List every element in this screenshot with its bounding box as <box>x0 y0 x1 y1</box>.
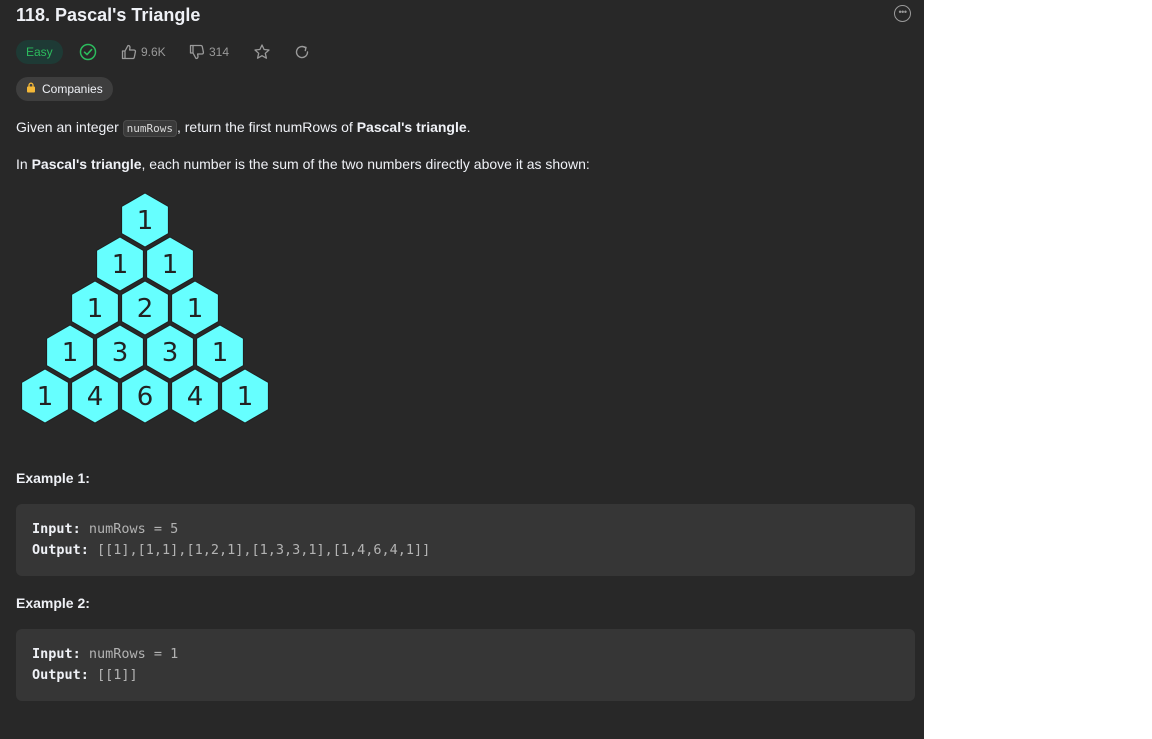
triangle-cell: 2 <box>121 280 169 336</box>
difficulty-badge: Easy <box>16 40 63 64</box>
cell-value: 6 <box>137 382 154 412</box>
star-icon <box>253 43 271 61</box>
cell-value: 1 <box>237 382 254 412</box>
cell-value: 1 <box>137 206 154 236</box>
input-label: Input: <box>32 646 81 662</box>
description-text: , each number is the sum of the two numb… <box>141 156 590 172</box>
input-value: numRows = 5 <box>80 521 179 537</box>
cell-value: 1 <box>87 294 104 324</box>
description-paragraph-2: In Pascal's triangle, each number is the… <box>16 156 590 172</box>
description-text: , return the first numRows of <box>176 119 357 135</box>
triangle-cell: 1 <box>21 368 69 424</box>
input-value: numRows = 1 <box>80 646 179 662</box>
cell-value: 4 <box>87 382 104 412</box>
cell-value: 1 <box>212 338 229 368</box>
description-text: . <box>466 119 471 135</box>
cell-value: 3 <box>162 338 179 368</box>
lock-icon <box>26 77 36 101</box>
description-bold: Pascal's triangle <box>356 119 467 135</box>
cell-value: 4 <box>187 382 204 412</box>
triangle-cell: 1 <box>96 236 144 292</box>
triangle-cell: 6 <box>121 368 169 424</box>
dislike-count: 314 <box>209 45 230 59</box>
triangle-cell: 1 <box>121 192 169 248</box>
description-text: In <box>16 156 32 172</box>
output-value: [[1]] <box>88 667 138 683</box>
dislike-button[interactable]: 314 <box>188 43 229 61</box>
output-value: [[1],[1,1],[1,2,1],[1,3,3,1],[1,4,6,4,1]… <box>88 542 431 558</box>
like-button[interactable]: 9.6K <box>120 43 166 61</box>
triangle-cell: 4 <box>71 368 119 424</box>
companies-tag-button[interactable]: Companies <box>16 77 113 101</box>
problem-description-panel: 118. Pascal's Triangle ••• Easy 9.6K 314… <box>0 0 924 739</box>
example-2-heading: Example 2: <box>16 595 90 611</box>
output-label: Output: <box>32 667 89 683</box>
example-1-heading: Example 1: <box>16 470 90 486</box>
triangle-cell: 1 <box>196 324 244 380</box>
cell-value: 1 <box>37 382 54 412</box>
triangle-cell: 3 <box>96 324 144 380</box>
companies-label: Companies <box>42 82 103 96</box>
output-label: Output: <box>32 542 89 558</box>
cell-value: 1 <box>162 250 179 280</box>
problem-title: 118. Pascal's Triangle <box>16 5 201 25</box>
cell-value: 1 <box>112 250 129 280</box>
refresh-share-icon <box>293 43 311 61</box>
triangle-cell: 1 <box>171 280 219 336</box>
thumbs-down-icon <box>188 43 206 61</box>
cell-value: 1 <box>62 338 79 368</box>
pascal-triangle-image: 11 11 2 11 3 3 11 4 6 4 1 <box>21 192 269 424</box>
inline-code: numRows <box>122 120 177 137</box>
triangle-cell: 1 <box>46 324 94 380</box>
example-1-block: Input: numRows = 5 Output: [[1],[1,1],[1… <box>16 504 915 576</box>
example-1-input: Input: numRows = 5 <box>32 521 178 537</box>
description-text: Given an integer <box>16 119 123 135</box>
description-paragraph-1: Given an integer numRows, return the fir… <box>16 119 471 137</box>
solved-check-icon <box>79 43 97 61</box>
example-2-block: Input: numRows = 1 Output: [[1]] <box>16 629 915 701</box>
input-label: Input: <box>32 521 81 537</box>
example-2-input: Input: numRows = 1 <box>32 646 178 662</box>
triangle-cell: 1 <box>146 236 194 292</box>
triangle-cell: 3 <box>146 324 194 380</box>
share-button[interactable] <box>293 43 311 61</box>
triangle-cell: 4 <box>171 368 219 424</box>
description-bold: Pascal's triangle <box>31 156 142 172</box>
cell-value: 2 <box>137 294 154 324</box>
example-1-output: Output: [[1],[1,1],[1,2,1],[1,3,3,1],[1,… <box>32 542 430 558</box>
triangle-cell: 1 <box>221 368 269 424</box>
cell-value: 3 <box>112 338 129 368</box>
triangle-cell: 1 <box>71 280 119 336</box>
more-options-icon[interactable]: ••• <box>894 5 911 22</box>
favorite-button[interactable] <box>253 43 271 61</box>
like-count: 9.6K <box>141 45 166 59</box>
example-2-output: Output: [[1]] <box>32 667 138 683</box>
cell-value: 1 <box>187 294 204 324</box>
problem-toolbar: Easy 9.6K 314 <box>16 40 336 64</box>
thumbs-up-icon <box>120 43 138 61</box>
